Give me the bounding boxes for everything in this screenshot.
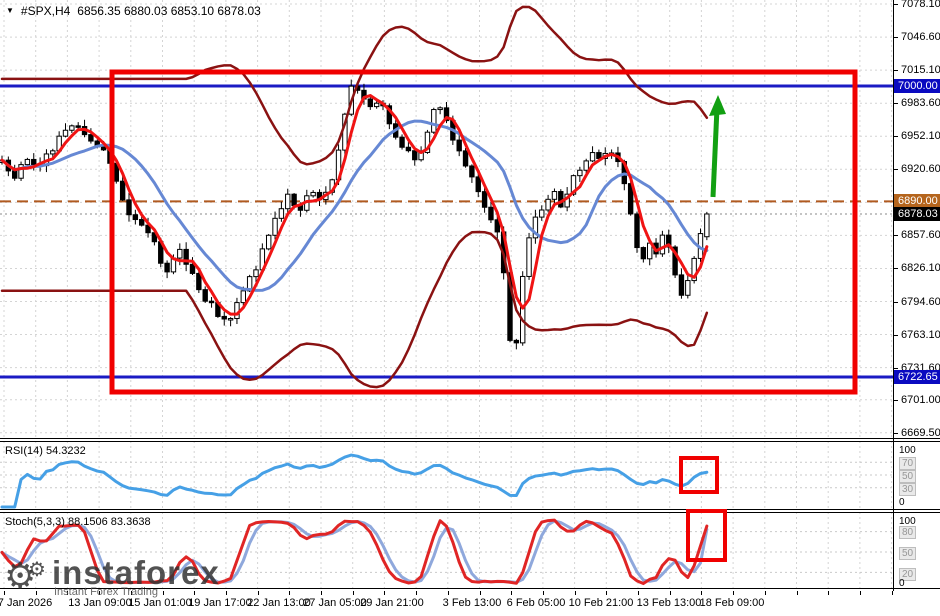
symbol-period-label: #SPX,H4 — [20, 4, 71, 18]
panel-separator[interactable] — [0, 438, 940, 439]
price-highlight-label: 7000.00 — [894, 79, 940, 93]
time-tick-label: 6 Feb 05:00 — [506, 597, 566, 609]
time-tick — [796, 591, 798, 595]
panel-separator[interactable] — [0, 441, 940, 442]
time-tick-label: 22 Jan 13:00 — [247, 597, 311, 609]
price-tick — [894, 367, 898, 369]
time-tick — [891, 591, 893, 595]
time-tick-label: 29 Jan 21:00 — [360, 597, 424, 609]
rsi-canvas[interactable] — [0, 441, 893, 509]
price-tick — [894, 399, 898, 401]
stoch-indicator-label: Stoch(5,3,3) 88.1506 83.3638 — [5, 516, 151, 528]
panel-separator[interactable] — [0, 509, 940, 510]
main-chart-panel[interactable] — [0, 0, 893, 438]
price-tick — [894, 103, 898, 105]
price-tick — [894, 301, 898, 303]
time-tick — [764, 591, 766, 595]
time-tick-label: 18 Feb 09:00 — [699, 597, 765, 609]
rsi-axis[interactable]: 100 70 50 30 0 — [894, 441, 940, 509]
price-tick-label: 7046.60 — [901, 31, 940, 44]
price-tick — [894, 169, 898, 171]
time-tick — [828, 591, 830, 595]
main-chart-canvas[interactable] — [0, 0, 893, 438]
rsi-indicator-label: RSI(14) 54.3232 — [5, 445, 86, 457]
time-tick — [479, 591, 481, 595]
price-tick-label: 6920.60 — [901, 163, 940, 176]
price-tick-label: 6701.00 — [901, 393, 940, 406]
price-tick-label: 6794.60 — [901, 295, 940, 308]
rsi-axis-label: 50 — [899, 470, 917, 483]
rsi-axis-label: 100 — [899, 445, 916, 456]
price-tick — [894, 235, 898, 237]
time-tick-label: 27 Jan 05:00 — [303, 597, 367, 609]
time-tick — [447, 591, 449, 595]
stoch-axis-label: 50 — [899, 547, 917, 560]
watermark: ⚙ ⚙ instaforex Instant Forex Trading — [4, 556, 220, 600]
stoch-axis[interactable]: 100 80 50 20 0 — [894, 512, 940, 589]
time-tick — [733, 591, 735, 595]
stoch-axis-label: 80 — [899, 526, 917, 539]
time-tick — [225, 591, 227, 595]
time-tick — [289, 591, 291, 595]
price-tick-label: 6826.10 — [901, 262, 940, 275]
chevron-down-icon[interactable]: ▼ — [6, 5, 14, 17]
time-tick — [669, 591, 671, 595]
price-highlight-label: 6878.03 — [894, 206, 940, 221]
time-tick — [859, 591, 861, 595]
price-tick-label: 6952.10 — [901, 130, 940, 143]
watermark-title: instaforex — [52, 554, 220, 591]
price-tick — [894, 268, 898, 270]
time-tick — [542, 591, 544, 595]
gears-logo-icon: ⚙ ⚙ — [4, 555, 46, 596]
symbol-header: ▼ #SPX,H4 6856.35 6880.03 6853.10 6878.0… — [6, 4, 261, 18]
time-tick — [384, 591, 386, 595]
price-tick — [894, 136, 898, 138]
rsi-axis-label: 0 — [899, 497, 905, 508]
price-highlight-label: 6722.65 — [894, 370, 940, 384]
price-tick-label: 7015.10 — [901, 64, 940, 77]
time-tick — [257, 591, 259, 595]
time-tick-label: 13 Feb 13:00 — [636, 597, 702, 609]
price-tick-label: 6763.10 — [901, 328, 940, 341]
rsi-axis-label: 30 — [899, 483, 917, 496]
price-tick — [894, 70, 898, 72]
panel-separator[interactable] — [0, 512, 940, 513]
price-tick-label: 6983.60 — [901, 97, 940, 110]
time-tick — [511, 591, 513, 595]
time-tick — [638, 591, 639, 595]
time-tick-label: 10 Feb 21:00 — [568, 597, 634, 609]
price-tick — [894, 4, 898, 6]
price-tick-label: 6669.50 — [901, 426, 940, 439]
time-tick — [352, 591, 354, 595]
price-tick-label: 7078.10 — [901, 0, 940, 11]
stoch-axis-label: 0 — [899, 578, 905, 589]
time-tick — [416, 591, 418, 595]
symbol-ohlc-label: 6856.35 6880.03 6853.10 6878.03 — [77, 4, 261, 18]
rsi-panel[interactable] — [0, 441, 893, 509]
time-tick — [321, 591, 322, 595]
price-tick — [894, 37, 898, 39]
time-tick — [606, 591, 608, 595]
price-tick — [894, 334, 898, 336]
price-tick — [894, 432, 898, 434]
time-tick — [574, 591, 576, 595]
time-tick-label: 3 Feb 13:00 — [442, 597, 502, 609]
rsi-axis-label: 70 — [899, 457, 917, 470]
price-tick-label: 6857.60 — [901, 229, 940, 242]
time-tick — [701, 591, 703, 595]
price-axis[interactable]: 7078.10 7046.60 7015.10 6983.60 6952.10 6920.… — [894, 0, 940, 439]
